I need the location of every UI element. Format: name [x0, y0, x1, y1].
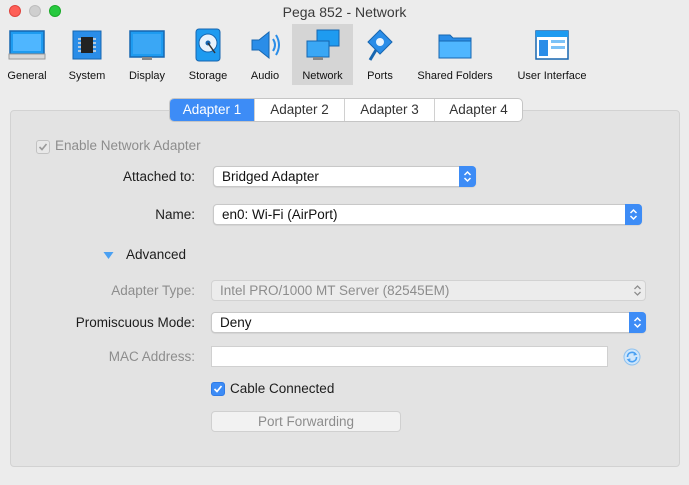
general-icon	[7, 27, 47, 63]
title-bar: Pega 852 - Network	[0, 0, 689, 24]
checkmark-icon	[213, 385, 223, 393]
checkmark-icon	[38, 143, 48, 151]
toolbar-general[interactable]: General	[3, 24, 51, 85]
ports-icon	[360, 27, 400, 63]
window-title: Pega 852 - Network	[282, 4, 407, 20]
updown-chevron-icon	[459, 166, 476, 187]
monitor-icon	[127, 27, 167, 63]
tab-adapter-3[interactable]: Adapter 3	[344, 99, 434, 121]
toolbar-display[interactable]: Display	[124, 24, 170, 85]
cable-connected-label: Cable Connected	[230, 381, 335, 396]
toolbar-user-interface[interactable]: User Interface	[510, 24, 594, 85]
promiscuous-mode-label: Promiscuous Mode:	[75, 315, 195, 330]
name-value: en0: Wi-Fi (AirPort)	[222, 207, 338, 222]
advanced-disclosure[interactable]: Advanced	[103, 247, 203, 265]
toolbar-shared-folders[interactable]: Shared Folders	[412, 24, 498, 85]
folder-icon	[435, 27, 475, 63]
updown-chevron-icon	[625, 204, 642, 225]
mac-address-label: MAC Address:	[108, 349, 195, 364]
attached-to-select[interactable]: Bridged Adapter	[213, 166, 476, 187]
network-icon	[303, 27, 343, 63]
adapter-type-value: Intel PRO/1000 MT Server (82545EM)	[220, 283, 450, 298]
adapter-tabs: Adapter 1 Adapter 2 Adapter 3 Adapter 4	[169, 98, 523, 122]
promiscuous-mode-select[interactable]: Deny	[211, 312, 646, 333]
refresh-mac-icon[interactable]	[623, 348, 641, 366]
name-label: Name:	[155, 207, 195, 222]
attached-to-label: Attached to:	[122, 169, 195, 184]
adapter-type-select[interactable]: Intel PRO/1000 MT Server (82545EM)	[211, 280, 646, 301]
advanced-label: Advanced	[126, 247, 187, 262]
promiscuous-mode-value: Deny	[220, 315, 252, 330]
toolbar-audio[interactable]: Audio	[243, 24, 287, 85]
updown-chevron-icon	[629, 280, 646, 301]
toolbar-system[interactable]: System	[64, 24, 110, 85]
attached-to-value: Bridged Adapter	[222, 169, 319, 184]
toolbar-storage[interactable]: Storage	[183, 24, 233, 85]
speaker-icon	[245, 27, 285, 63]
updown-chevron-icon	[629, 312, 646, 333]
chip-icon	[67, 27, 107, 63]
toolbar-network[interactable]: Network	[292, 24, 353, 85]
disclosure-triangle-icon	[103, 252, 114, 259]
mac-address-field[interactable]	[211, 346, 608, 367]
tab-adapter-2[interactable]: Adapter 2	[254, 99, 344, 121]
toolbar-ports[interactable]: Ports	[360, 24, 400, 85]
cable-connected-checkbox[interactable]	[211, 382, 225, 396]
port-forwarding-button[interactable]: Port Forwarding	[211, 411, 401, 432]
enable-adapter-label: Enable Network Adapter	[55, 138, 201, 153]
settings-toolbar: General System Display Storage Audio Net…	[0, 24, 689, 86]
tab-adapter-1[interactable]: Adapter 1	[170, 99, 254, 121]
adapter-type-label: Adapter Type:	[111, 283, 195, 298]
disk-icon	[188, 27, 228, 63]
enable-adapter-checkbox[interactable]	[36, 140, 50, 154]
window-icon	[532, 27, 572, 63]
tab-adapter-4[interactable]: Adapter 4	[434, 99, 522, 121]
name-select[interactable]: en0: Wi-Fi (AirPort)	[213, 204, 642, 225]
